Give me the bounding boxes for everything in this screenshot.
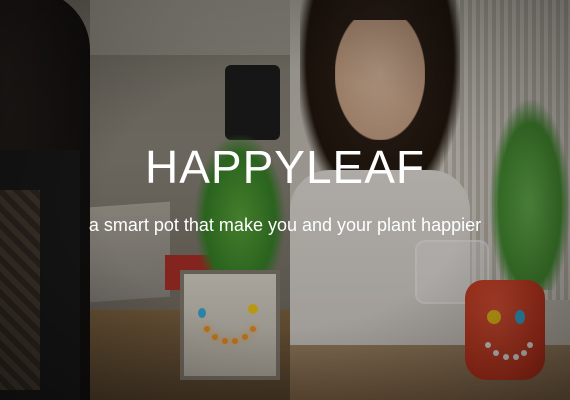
hero-banner: HAPPYLEAF a smart pot that make you and … (0, 0, 570, 400)
vignette-overlay (0, 0, 570, 400)
subtitle-container: a smart pot that make you and your plant… (0, 213, 570, 237)
hero-title: HAPPYLEAF (145, 141, 425, 193)
title-container: HAPPYLEAF (0, 141, 570, 193)
hero-subtitle: a smart pot that make you and your plant… (88, 215, 482, 235)
